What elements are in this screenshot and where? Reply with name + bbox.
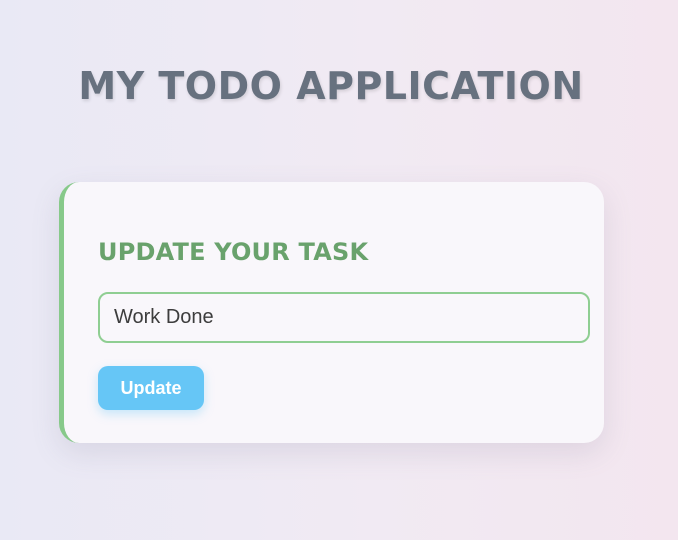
page: { "header": { "title": "MY TODO APPLICAT… <box>0 0 678 540</box>
update-task-heading: UPDATE YOUR TASK <box>98 238 369 266</box>
update-button[interactable]: Update <box>98 366 204 410</box>
update-task-card: UPDATE YOUR TASK Update <box>59 182 604 443</box>
app-title: MY TODO APPLICATION <box>78 64 584 108</box>
task-input[interactable] <box>98 292 590 343</box>
